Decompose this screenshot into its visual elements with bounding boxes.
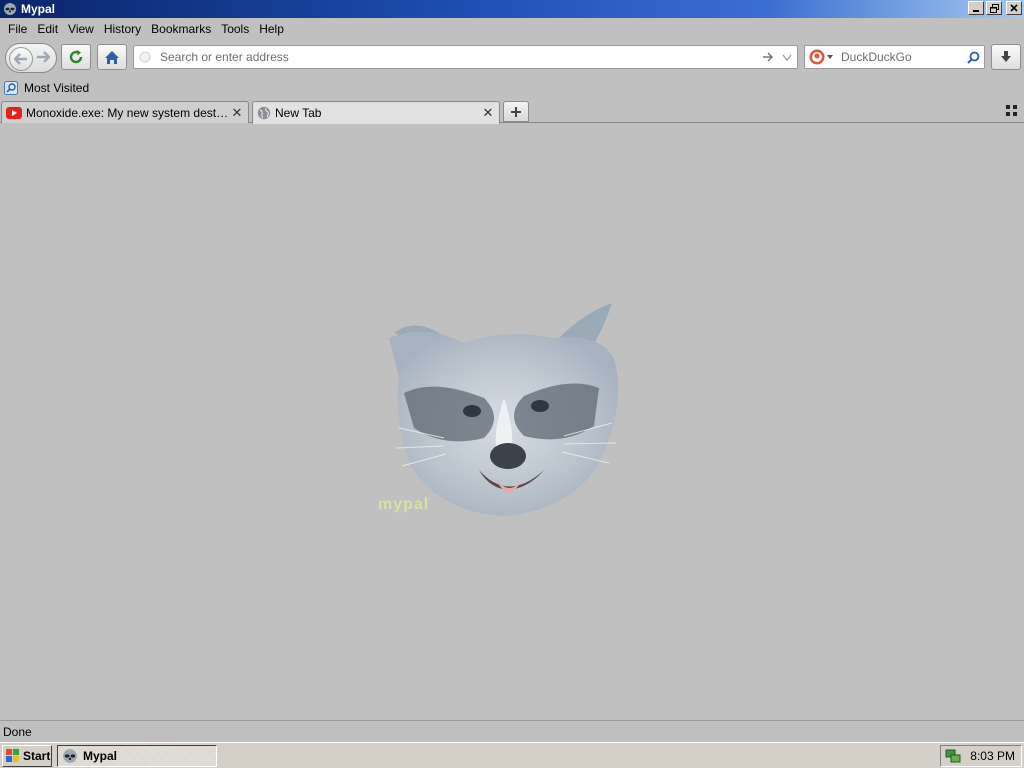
back-arrow-icon [14,53,27,65]
forward-button[interactable] [36,51,51,66]
restore-button[interactable] [986,1,1002,15]
navigation-toolbar [0,40,1024,76]
menu-bar: File Edit View History Bookmarks Tools H… [0,18,1024,40]
windows-logo-icon [6,749,19,762]
reload-button[interactable] [61,44,91,70]
clock[interactable]: 8:03 PM [970,749,1015,763]
start-button[interactable]: Start [2,745,52,767]
back-button[interactable] [9,47,33,71]
task-label: Mypal [83,749,118,763]
minimize-button[interactable] [968,1,984,15]
search-icon[interactable] [962,51,984,64]
status-bar: Done [0,720,1024,742]
go-arrow-icon[interactable] [759,52,777,62]
back-forward-group [5,43,57,73]
new-tab-button[interactable] [503,101,529,122]
window-title: Mypal [21,2,56,16]
network-icon[interactable] [945,748,961,764]
home-button[interactable] [97,44,127,70]
youtube-icon [6,106,22,119]
search-bar[interactable] [804,45,985,69]
title-bar[interactable]: Mypal [0,0,1024,18]
menu-tools[interactable]: Tools [216,19,254,39]
menu-history[interactable]: History [99,19,146,39]
tab-title: Monoxide.exe: My new system destroying .… [26,105,230,120]
taskbar: Start Mypal 8:03 PM [0,742,1024,768]
mypal-watermark: mypal [378,496,430,513]
taskbar-mypal-button[interactable]: Mypal [57,745,217,767]
all-tabs-grid-icon[interactable] [1006,105,1018,117]
raccoon-mascot-image [389,303,618,516]
close-window-button[interactable] [1006,1,1022,15]
plus-icon [511,106,521,117]
globe-icon [257,106,271,120]
tab-youtube-video[interactable]: Monoxide.exe: My new system destroying .… [1,101,249,123]
menu-bookmarks[interactable]: Bookmarks [146,19,216,39]
reload-icon [69,50,83,64]
status-text: Done [3,724,32,739]
address-bar[interactable] [133,45,798,69]
new-tab-page: mypal [0,124,1024,720]
start-label: Start [23,749,51,763]
close-tab-icon[interactable]: ✕ [230,105,244,121]
downloads-button[interactable] [991,44,1021,70]
search-input[interactable] [839,49,962,65]
most-visited-folder-icon [4,81,18,95]
menu-file[interactable]: File [3,19,32,39]
menu-help[interactable]: Help [254,19,289,39]
history-dropdown-icon[interactable] [777,54,797,61]
close-tab-icon[interactable]: ✕ [481,105,495,121]
tab-title: New Tab [275,106,322,120]
tab-new-tab[interactable]: New Tab ✕ [252,101,500,124]
download-arrow-icon [1001,51,1011,62]
menu-edit[interactable]: Edit [32,19,63,39]
duckduckgo-engine-icon[interactable] [805,49,839,65]
bookmark-most-visited[interactable]: Most Visited [4,81,89,95]
bookmarks-toolbar: Most Visited [0,77,1024,99]
home-icon [105,50,119,64]
bookmark-label: Most Visited [24,81,90,95]
system-tray: 8:03 PM [940,745,1022,767]
site-identity-icon[interactable] [134,51,156,63]
url-input[interactable] [156,49,759,65]
forward-arrow-icon [37,51,51,63]
tab-strip: Monoxide.exe: My new system destroying .… [0,99,1024,124]
raccoon-app-icon [3,2,17,16]
raccoon-app-icon [63,749,77,763]
engine-dropdown-icon [827,55,833,59]
menu-view[interactable]: View [63,19,99,39]
